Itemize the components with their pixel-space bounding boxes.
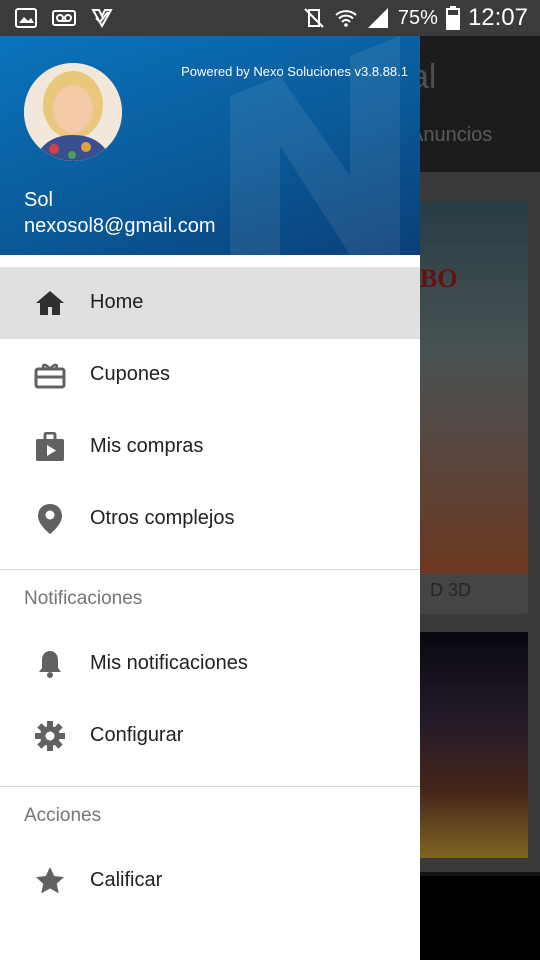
bell-icon [34, 650, 66, 678]
menu-item-label: Calificar [90, 869, 163, 891]
drawer-menu: Home Cupones Mis compras Otros complejos… [0, 267, 420, 917]
drawer-header: Powered by Nexo Soluciones v3.8.88.1 Sol… [0, 36, 420, 255]
menu-item-label: Mis notificaciones [90, 652, 248, 674]
section-label: Acciones [24, 805, 102, 826]
powered-by-text: Powered by Nexo Soluciones v3.8.88.1 [181, 64, 408, 79]
user-name: Sol [24, 189, 53, 211]
menu-item-mis-notificaciones[interactable]: Mis notificaciones [0, 628, 420, 700]
vibrate-mute-icon [304, 8, 324, 28]
menu-item-label: Cupones [90, 363, 171, 385]
section-header-notificaciones: Notificaciones [0, 570, 420, 628]
status-bar: 75% 12:07 [0, 0, 540, 36]
menu-item-cupones[interactable]: Cupones [0, 339, 420, 411]
clock: 12:07 [467, 4, 528, 31]
location-pin-icon [34, 504, 66, 534]
voicemail-icon [52, 10, 76, 26]
gear-icon [34, 721, 66, 751]
wifi-icon [335, 10, 357, 27]
profile-photo [24, 63, 122, 161]
user-email: nexosol8@gmail.com [24, 215, 216, 237]
navigation-drawer: Powered by Nexo Soluciones v3.8.88.1 Sol… [0, 36, 420, 960]
menu-item-label: Otros complejos [90, 507, 235, 529]
battery-percent: 75% [397, 6, 438, 29]
coupon-icon [34, 361, 66, 389]
avatar[interactable] [24, 63, 122, 161]
menu-item-mis-compras[interactable]: Mis compras [0, 411, 420, 483]
home-icon [34, 289, 66, 317]
shopping-bag-icon [34, 432, 66, 461]
gallery-icon [15, 8, 37, 28]
menu-item-calificar[interactable]: Calificar [0, 845, 420, 917]
section-label: Notificaciones [24, 588, 143, 609]
checkmark-icon [91, 9, 113, 29]
menu-item-label: Mis compras [90, 435, 204, 457]
menu-item-home[interactable]: Home [0, 267, 420, 339]
menu-item-label: Configurar [90, 724, 184, 746]
menu-item-configurar[interactable]: Configurar [0, 700, 420, 772]
menu-item-otros-complejos[interactable]: Otros complejos [0, 483, 420, 555]
battery-icon [445, 6, 460, 30]
signal-icon [367, 8, 388, 28]
star-icon [34, 867, 66, 895]
menu-item-label: Home [90, 291, 144, 313]
section-header-acciones: Acciones [0, 787, 420, 845]
